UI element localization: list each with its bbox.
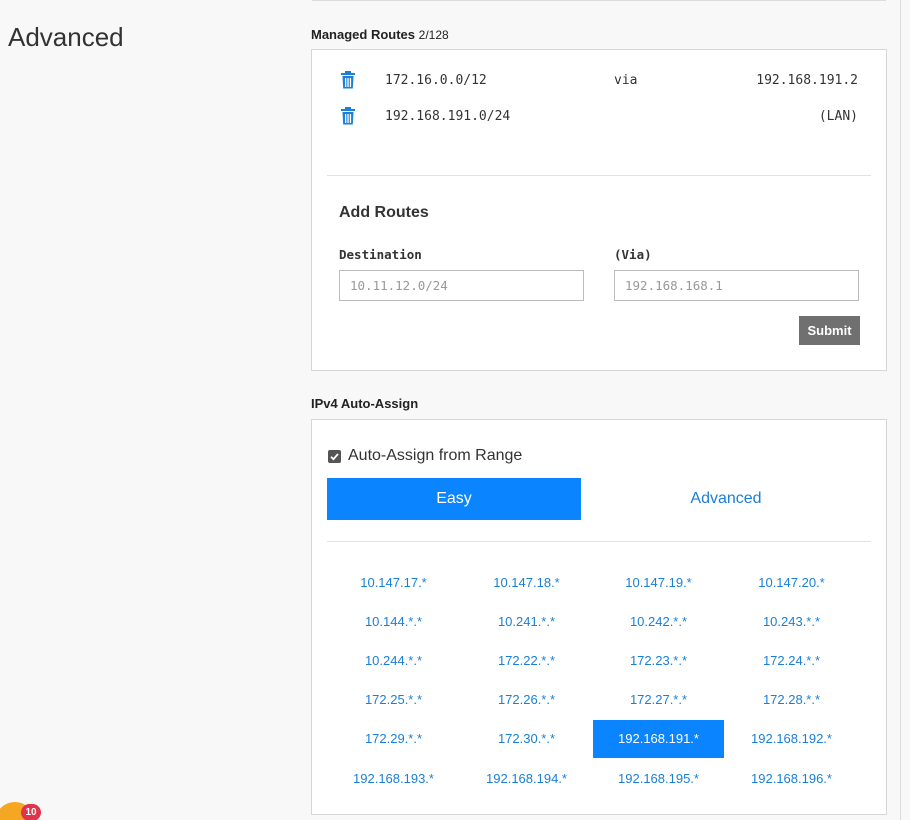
tab-easy[interactable]: Easy <box>327 478 581 520</box>
route-target: 192.168.191.2 <box>756 73 858 88</box>
managed-routes-card: 172.16.0.0/12 via 192.168.191.2 192.168.… <box>311 49 887 371</box>
route-destination: 172.16.0.0/12 <box>385 73 487 88</box>
notification-count: 10 <box>21 804 41 820</box>
right-divider <box>900 0 901 820</box>
destination-input[interactable] <box>339 270 584 301</box>
ipv4-heading: IPv4 Auto-Assign <box>311 396 419 411</box>
trash-icon[interactable] <box>340 106 356 126</box>
range-option[interactable]: 10.242.*.* <box>593 602 724 640</box>
managed-routes-heading: Managed Routes 2/128 <box>311 27 449 42</box>
range-option[interactable]: 192.168.196.* <box>726 759 857 797</box>
page-title: Advanced <box>8 22 124 52</box>
range-option[interactable]: 192.168.191.* <box>593 719 724 758</box>
top-divider <box>312 0 886 2</box>
via-input[interactable] <box>614 270 859 301</box>
route-row: 192.168.191.0/24 (LAN) <box>312 106 886 130</box>
route-destination: 192.168.191.0/24 <box>385 109 511 124</box>
submit-button[interactable]: Submit <box>799 316 860 345</box>
via-label: (Via) <box>614 247 652 262</box>
managed-routes-count: 2/128 <box>418 28 449 42</box>
range-option[interactable]: 10.243.*.* <box>726 602 857 640</box>
range-option[interactable]: 172.27.*.* <box>593 681 724 719</box>
auto-assign-label: Auto-Assign from Range <box>348 447 523 464</box>
auto-assign-checkbox[interactable] <box>328 449 341 463</box>
tabs-divider <box>327 541 871 542</box>
add-routes-title: Add Routes <box>339 204 429 221</box>
range-option[interactable]: 172.30.*.* <box>461 720 592 758</box>
ipv4-card: Auto-Assign from Range Easy Advanced 10.… <box>311 419 887 815</box>
auto-assign-checkbox-row[interactable]: Auto-Assign from Range <box>328 446 522 466</box>
range-option[interactable]: 172.28.*.* <box>726 681 857 719</box>
range-option[interactable]: 10.147.20.* <box>726 563 857 601</box>
range-option[interactable]: 10.241.*.* <box>461 602 592 640</box>
range-option[interactable]: 10.147.17.* <box>328 563 459 601</box>
range-option[interactable]: 10.244.*.* <box>328 641 459 679</box>
notification-widget[interactable]: 10 <box>0 800 45 820</box>
routes-divider <box>327 175 871 176</box>
trash-icon[interactable] <box>340 70 356 90</box>
range-option[interactable]: 10.147.19.* <box>593 563 724 601</box>
range-option[interactable]: 192.168.194.* <box>461 759 592 797</box>
range-option[interactable]: 192.168.192.* <box>726 720 857 758</box>
range-option[interactable]: 192.168.193.* <box>328 759 459 797</box>
route-via-label: via <box>614 73 638 88</box>
tab-advanced[interactable]: Advanced <box>599 478 853 520</box>
destination-label: Destination <box>339 247 422 262</box>
range-option[interactable]: 172.26.*.* <box>461 681 592 719</box>
range-option[interactable]: 192.168.195.* <box>593 759 724 797</box>
range-option[interactable]: 10.144.*.* <box>328 602 459 640</box>
range-option[interactable]: 172.24.*.* <box>726 641 857 679</box>
range-option[interactable]: 172.23.*.* <box>593 641 724 679</box>
route-row: 172.16.0.0/12 via 192.168.191.2 <box>312 70 886 94</box>
route-target: (LAN) <box>818 109 858 124</box>
range-option[interactable]: 172.25.*.* <box>328 681 459 719</box>
range-option[interactable]: 172.22.*.* <box>461 641 592 679</box>
checkmark-icon <box>330 452 339 461</box>
range-option[interactable]: 172.29.*.* <box>328 720 459 758</box>
managed-routes-label: Managed Routes <box>311 27 416 42</box>
range-option[interactable]: 10.147.18.* <box>461 563 592 601</box>
